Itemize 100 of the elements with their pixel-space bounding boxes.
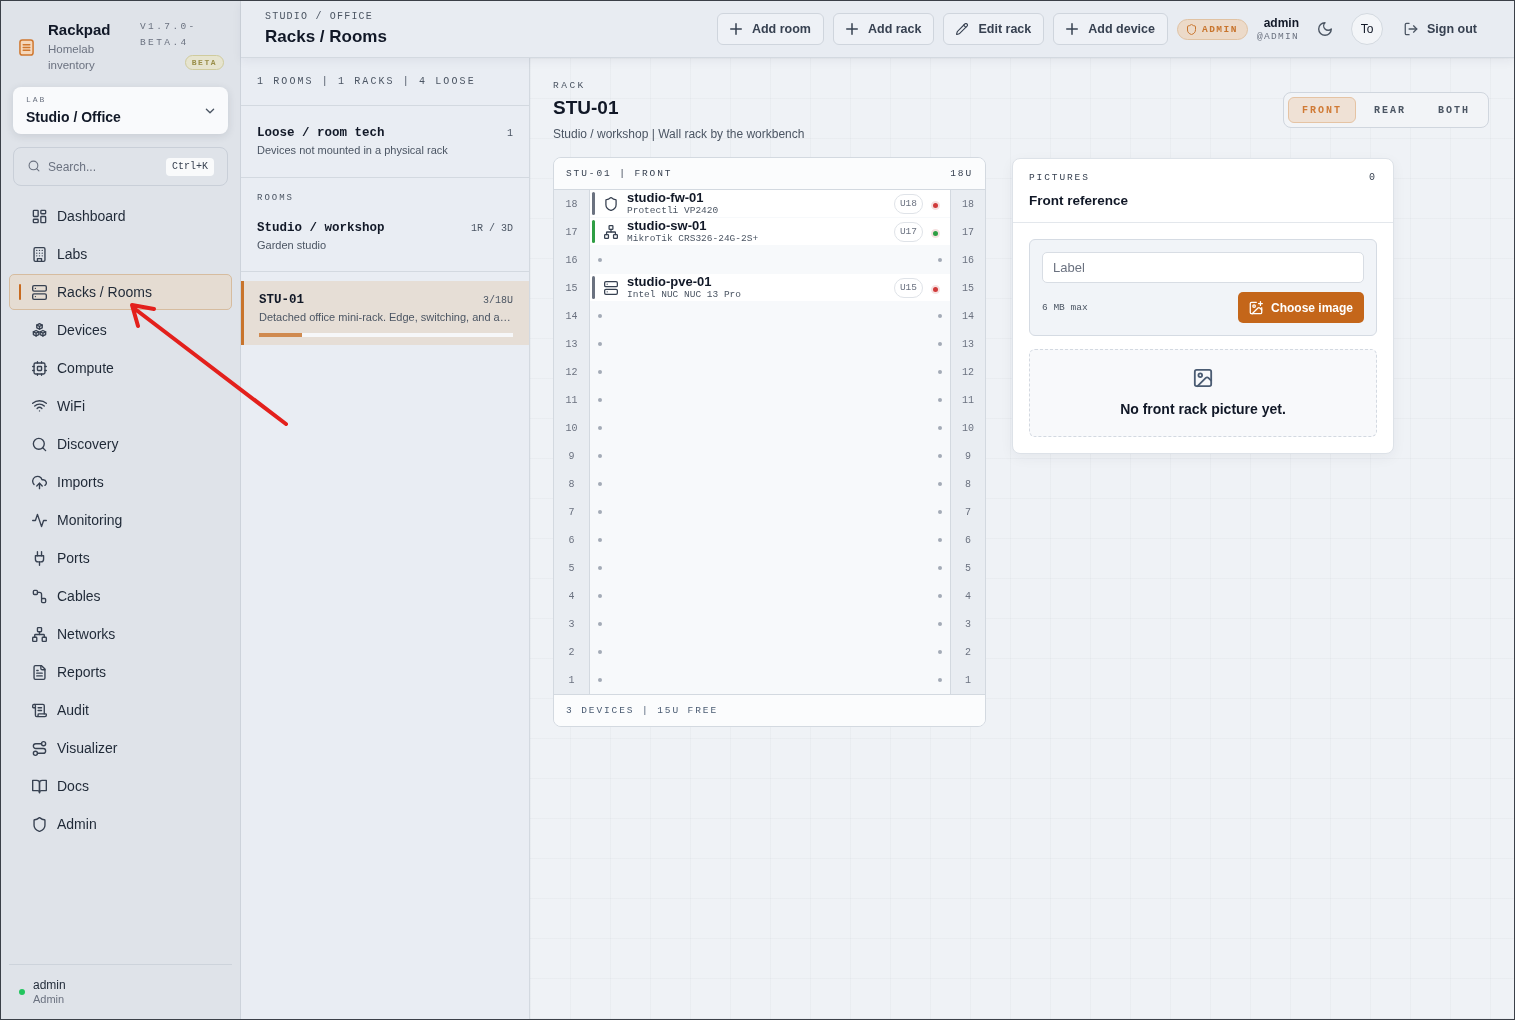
role-label: ADMIN xyxy=(1201,23,1238,35)
add-button[interactable]: Add room xyxy=(716,13,824,45)
add-button[interactable]: Add rack xyxy=(832,13,935,45)
search-icon xyxy=(28,160,40,172)
unit-number: 2 xyxy=(554,638,590,666)
device-name: studio-fw-01 xyxy=(627,190,704,205)
plug-icon xyxy=(32,550,47,566)
moon-icon[interactable] xyxy=(1318,22,1332,36)
mount-hole-icon xyxy=(598,314,602,318)
mount-hole-icon xyxy=(938,622,942,626)
unit-number: 18 xyxy=(950,190,985,218)
add-button[interactable]: Add device xyxy=(1053,13,1168,45)
group-title[interactable]: Loose / room tech xyxy=(257,125,385,141)
device-model: Protectli VP2420 xyxy=(627,204,719,217)
view-tab[interactable]: REAR xyxy=(1359,97,1420,123)
section-label: RACK xyxy=(553,80,586,92)
lab-selector[interactable]: LAB Studio / Office xyxy=(13,87,228,134)
card-title: Front reference xyxy=(1029,192,1129,210)
unit-number: 9 xyxy=(950,442,985,470)
device-name: studio-pve-01 xyxy=(627,274,712,289)
beta-badge: BETA xyxy=(184,55,224,70)
unit-number: 15 xyxy=(950,274,985,302)
device-slot[interactable]: studio-pve-01 Intel NUC NUC 13 Pro U15 xyxy=(590,274,950,301)
app-name: Rackpad xyxy=(48,20,111,39)
unit-number: 16 xyxy=(554,246,590,274)
book-icon xyxy=(32,778,47,794)
sign-out-button[interactable]: Sign out xyxy=(1404,22,1477,36)
nav-item[interactable]: Monitoring xyxy=(9,502,232,538)
unit-number: 5 xyxy=(950,554,985,582)
route-icon xyxy=(32,740,47,756)
rack-list-item[interactable]: STU-01 3/18U Detached office mini-rack. Edge, switching, and a… xyxy=(241,281,529,345)
unit-number: 10 xyxy=(554,414,590,442)
unit-number: 18 xyxy=(554,190,590,218)
unit-badge: U17 xyxy=(893,221,923,242)
mount-hole-icon xyxy=(598,426,602,430)
unit-number: 14 xyxy=(950,302,985,330)
empty-message: No front rack picture yet. xyxy=(1120,401,1286,417)
plus-icon xyxy=(729,23,742,35)
avatar[interactable]: To xyxy=(1351,13,1383,45)
unit-number: 1 xyxy=(950,666,985,694)
unit-number: 3 xyxy=(554,610,590,638)
section-label: ROOMS xyxy=(257,192,295,204)
unit-number: 8 xyxy=(950,470,985,498)
nav-item[interactable]: Ports xyxy=(9,540,232,576)
label-field[interactable]: Label xyxy=(1042,252,1364,283)
nav-item[interactable]: Devices xyxy=(9,312,232,348)
mount-hole-icon xyxy=(598,398,602,402)
mount-hole-icon xyxy=(598,454,602,458)
device-slot[interactable]: studio-fw-01 Protectli VP2420 U18 xyxy=(590,190,950,217)
nav-item[interactable]: Cables xyxy=(9,578,232,614)
mount-hole-icon xyxy=(598,370,602,374)
nav-item[interactable]: Docs xyxy=(9,768,232,804)
mount-hole-icon xyxy=(938,398,942,402)
nav-item[interactable]: Dashboard xyxy=(9,198,232,234)
device-slot[interactable]: studio-sw-01 MikroTik CRS326-24G-2S+ U17 xyxy=(590,218,950,245)
plus-icon xyxy=(845,23,858,35)
plus-icon xyxy=(1066,23,1079,35)
unit-number: 16 xyxy=(950,246,985,274)
nav-item[interactable]: Admin xyxy=(9,806,232,842)
unit-number: 4 xyxy=(554,582,590,610)
unit-number: 5 xyxy=(554,554,590,582)
nav-item[interactable]: Labs xyxy=(9,236,232,272)
server-icon xyxy=(32,284,47,300)
room-title[interactable]: Studio / workshop xyxy=(257,220,385,236)
inventory-summary: 1 ROOMS | 1 RACKS | 4 LOOSE xyxy=(257,76,476,87)
image-plus-icon xyxy=(1249,300,1263,315)
size-hint: 6 MB max xyxy=(1042,302,1088,313)
image-icon xyxy=(1193,368,1213,388)
nav-item[interactable]: Racks / Rooms xyxy=(9,274,232,310)
view-tab[interactable]: BOTH xyxy=(1424,97,1484,123)
mount-hole-icon xyxy=(938,566,942,570)
unit-number: 2 xyxy=(950,638,985,666)
unit-number: 1 xyxy=(554,666,590,694)
server-icon xyxy=(604,280,618,295)
mount-hole-icon xyxy=(938,426,942,430)
user-name: admin xyxy=(33,978,66,992)
network-icon xyxy=(32,626,47,642)
nav-item[interactable]: Visualizer xyxy=(9,730,232,766)
mount-hole-icon xyxy=(938,650,942,654)
mount-hole-icon xyxy=(938,314,942,318)
mount-hole-icon xyxy=(598,650,602,654)
unit-number: 4 xyxy=(950,582,985,610)
shield-icon xyxy=(1186,23,1196,35)
nav-item[interactable]: Audit xyxy=(9,692,232,728)
unit-number: 11 xyxy=(554,386,590,414)
chevron-down-icon xyxy=(205,107,215,114)
cable-icon xyxy=(32,588,47,604)
nav-item[interactable]: Compute xyxy=(9,350,232,386)
nav-item[interactable]: Imports xyxy=(9,464,232,500)
shield-icon xyxy=(32,816,47,832)
unit-number: 3 xyxy=(950,610,985,638)
edit-button[interactable]: Edit rack xyxy=(943,13,1045,45)
choose-image-button[interactable]: Choose image xyxy=(1238,292,1364,323)
nav-item[interactable]: Networks xyxy=(9,616,232,652)
unit-number: 10 xyxy=(950,414,985,442)
nav-item[interactable]: WiFi xyxy=(9,388,232,424)
nav-item[interactable]: Reports xyxy=(9,654,232,690)
room-description: Garden studio xyxy=(257,238,328,253)
nav-item[interactable]: Discovery xyxy=(9,426,232,462)
rack-name: STU-01 xyxy=(259,292,304,308)
